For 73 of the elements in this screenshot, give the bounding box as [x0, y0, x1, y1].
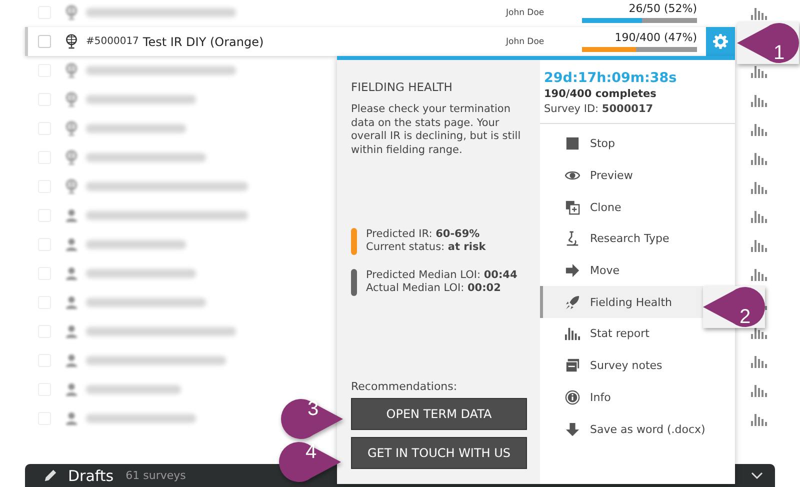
stats-icon[interactable]	[751, 150, 767, 164]
action-button[interactable]: OPEN TERM DATA	[351, 398, 527, 430]
step-tooltip: 2	[703, 286, 765, 328]
checkbox[interactable]	[38, 35, 51, 48]
menu-item[interactable]: Move	[540, 254, 735, 286]
survey-title[interactable]: Test IR DIY (Orange)	[142, 34, 264, 48]
step-tooltip: 1	[737, 22, 799, 64]
metric-text: Predicted IR: 60-69%	[366, 228, 481, 241]
settings-button[interactable]	[706, 27, 735, 56]
stop-icon	[565, 136, 580, 152]
person-icon	[65, 295, 78, 310]
progress-text: 26/50 (52%)	[628, 2, 697, 16]
stats-icon[interactable]	[751, 354, 767, 368]
globe-icon	[65, 63, 78, 78]
notes-icon	[565, 358, 580, 374]
drafts-title: Drafts	[68, 466, 114, 484]
person-icon	[65, 382, 78, 397]
person-icon	[65, 266, 78, 281]
stats-icon[interactable]	[751, 6, 767, 20]
stats-icon[interactable]	[751, 208, 767, 222]
globe-icon	[65, 34, 78, 49]
countdown-timer: 29d:17h:09m:38s	[544, 70, 678, 86]
panel-title: FIELDING HEALTH	[351, 80, 454, 94]
progress-text: 190/400 (47%)	[614, 31, 697, 45]
save-icon	[565, 422, 580, 437]
stats-icon[interactable]	[751, 412, 767, 426]
globe-icon	[65, 150, 78, 165]
menu-item[interactable]: Preview	[540, 160, 735, 192]
stats-icon[interactable]	[751, 382, 767, 396]
globe-icon	[65, 5, 78, 20]
menu-item[interactable]: Info	[540, 382, 735, 414]
menu-item[interactable]: Clone	[540, 191, 735, 224]
stats-icon[interactable]	[751, 266, 767, 280]
globe-icon	[65, 121, 78, 136]
pencil-icon	[43, 468, 58, 483]
stats-icon	[565, 326, 580, 342]
metric-text: Actual Median LOI: 00:02	[366, 282, 502, 296]
stats-icon[interactable]	[751, 180, 767, 194]
globe-icon	[65, 179, 78, 194]
person-icon	[65, 324, 78, 339]
info-icon	[565, 390, 580, 405]
owner-name: John Doe	[506, 36, 546, 46]
step-tooltip: 3	[281, 398, 343, 440]
person-icon	[65, 237, 78, 252]
recommendations-label: Recommendations:	[351, 380, 458, 393]
step-tooltip: 4	[279, 441, 341, 483]
drafts-count: 61 surveys	[126, 469, 186, 482]
metric-text: Current status: at risk	[366, 241, 486, 254]
health-message: Please check your termination data on the stats page. Your overall IR is declining, but is still within fielding range.	[351, 103, 522, 157]
survey-id: #5000017	[86, 36, 139, 47]
person-icon	[65, 208, 78, 223]
owner-name: John Doe	[506, 8, 546, 18]
chevron-icon[interactable]	[751, 472, 763, 480]
completes-text: 190/400 completes	[544, 88, 658, 100]
person-icon	[65, 353, 78, 368]
survey-row[interactable]: #5000017 Test IR DIY (Orange) John Doe 190/400 (47%)	[25, 27, 735, 56]
stats-icon[interactable]	[751, 92, 767, 106]
stats-icon[interactable]	[751, 122, 767, 136]
action-button[interactable]: GET IN TOUCH WITH US	[351, 437, 527, 469]
stats-icon[interactable]	[751, 64, 767, 78]
menu-item[interactable]: Survey notes	[540, 350, 735, 382]
survey-row[interactable]: John Doe 26/50 (52%)	[25, 0, 735, 27]
metric-text: Predicted Median LOI: 00:44	[366, 268, 518, 282]
move-icon	[565, 263, 580, 278]
menu-item[interactable]: Research Type	[540, 223, 735, 255]
stats-icon[interactable]	[751, 238, 767, 252]
globe-icon	[65, 92, 78, 107]
menu-item[interactable]: Stop	[540, 128, 735, 160]
clone-icon	[565, 200, 580, 215]
menu-item[interactable]: Save as word (.docx)	[540, 413, 735, 445]
person-icon	[65, 411, 78, 426]
survey-id-text: Survey ID: 5000017	[544, 103, 654, 115]
settings-icon	[713, 34, 728, 49]
